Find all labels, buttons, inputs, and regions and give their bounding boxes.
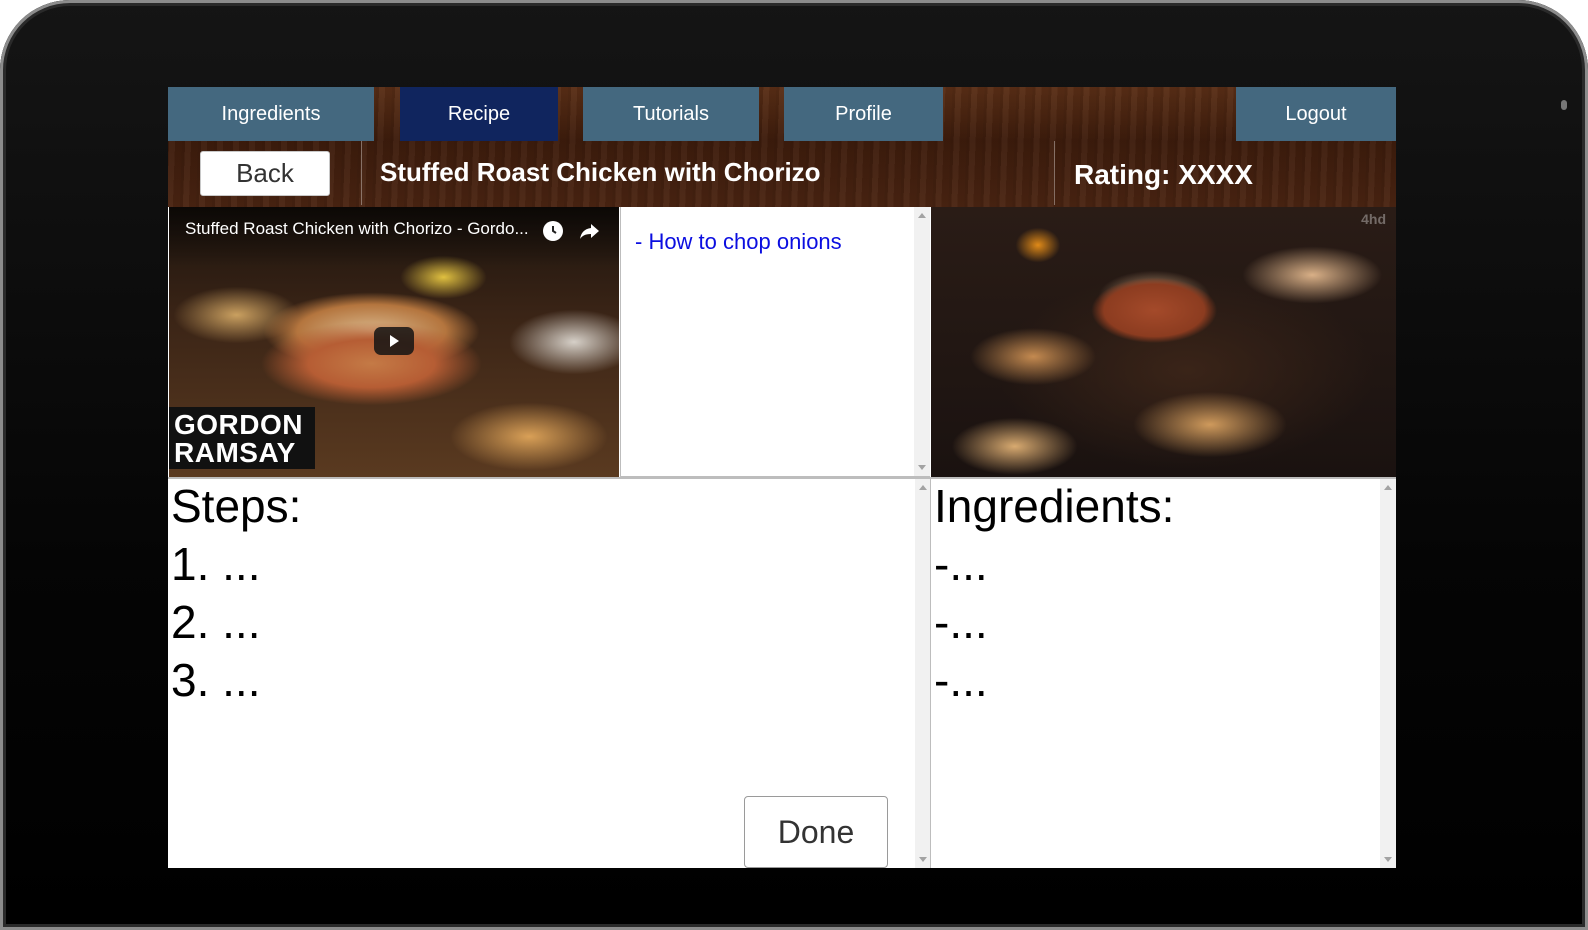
tab-ingredients[interactable]: Ingredients bbox=[168, 87, 374, 141]
play-icon[interactable] bbox=[374, 327, 414, 355]
header-divider bbox=[361, 141, 362, 205]
tablet-screen: Ingredients Recipe Tutorials Profile Log… bbox=[168, 87, 1396, 868]
tablet-side-button bbox=[1561, 100, 1567, 110]
ingredients-scrollbar[interactable] bbox=[1380, 479, 1396, 868]
rating-label: Rating: XXXX bbox=[1074, 159, 1253, 190]
logout-button[interactable]: Logout bbox=[1236, 87, 1396, 141]
ingredients-panel[interactable]: Ingredients: -... -... -... bbox=[931, 479, 1396, 868]
scroll-up-icon[interactable] bbox=[919, 485, 927, 490]
ingredient-item: -... bbox=[934, 596, 988, 648]
video-player[interactable]: Stuffed Roast Chicken with Chorizo - Gor… bbox=[169, 207, 619, 477]
top-navigation: Ingredients Recipe Tutorials Profile Log… bbox=[168, 87, 1396, 207]
tutorial-link[interactable]: - How to chop onions bbox=[635, 229, 842, 255]
back-button[interactable]: Back bbox=[200, 151, 330, 196]
scroll-down-icon[interactable] bbox=[1384, 857, 1392, 862]
play-glyph bbox=[390, 335, 399, 347]
tab-profile[interactable]: Profile bbox=[784, 87, 943, 141]
done-button[interactable]: Done bbox=[744, 796, 888, 868]
page-title: Stuffed Roast Chicken with Chorizo bbox=[380, 157, 821, 187]
scroll-down-icon[interactable] bbox=[919, 857, 927, 862]
ingredients-heading: Ingredients: bbox=[934, 480, 1175, 532]
steps-scrollbar[interactable] bbox=[915, 479, 930, 868]
watch-later-icon[interactable] bbox=[543, 221, 563, 241]
clock-glyph bbox=[552, 226, 557, 234]
steps-panel[interactable]: Steps: 1. ... 2. ... 3. ... Done bbox=[168, 479, 931, 868]
video-title[interactable]: Stuffed Roast Chicken with Chorizo - Gor… bbox=[185, 219, 529, 239]
step-item: 3. ... bbox=[171, 654, 261, 706]
tutorials-scrollbar[interactable] bbox=[914, 207, 930, 476]
step-item: 2. ... bbox=[171, 596, 261, 648]
tutorials-panel[interactable]: - How to chop onions bbox=[620, 207, 930, 477]
channel-logo-line: GORDON bbox=[174, 409, 303, 440]
ingredient-item: -... bbox=[934, 538, 988, 590]
scroll-up-icon[interactable] bbox=[918, 213, 926, 218]
ingredient-item: -... bbox=[934, 654, 988, 706]
channel-logo-line: RAMSAY bbox=[174, 437, 296, 468]
step-item: 1. ... bbox=[171, 538, 261, 590]
share-icon[interactable] bbox=[577, 219, 601, 243]
recipe-photo: 4hd bbox=[931, 207, 1396, 479]
steps-heading: Steps: bbox=[171, 480, 302, 532]
channel-watermark: 4hd bbox=[1361, 211, 1386, 227]
tab-recipe[interactable]: Recipe bbox=[400, 87, 558, 141]
header-divider bbox=[1054, 141, 1055, 205]
tab-tutorials[interactable]: Tutorials bbox=[583, 87, 759, 141]
scroll-down-icon[interactable] bbox=[918, 465, 926, 470]
scroll-up-icon[interactable] bbox=[1384, 485, 1392, 490]
channel-logo: GORDON RAMSAY bbox=[169, 407, 315, 469]
